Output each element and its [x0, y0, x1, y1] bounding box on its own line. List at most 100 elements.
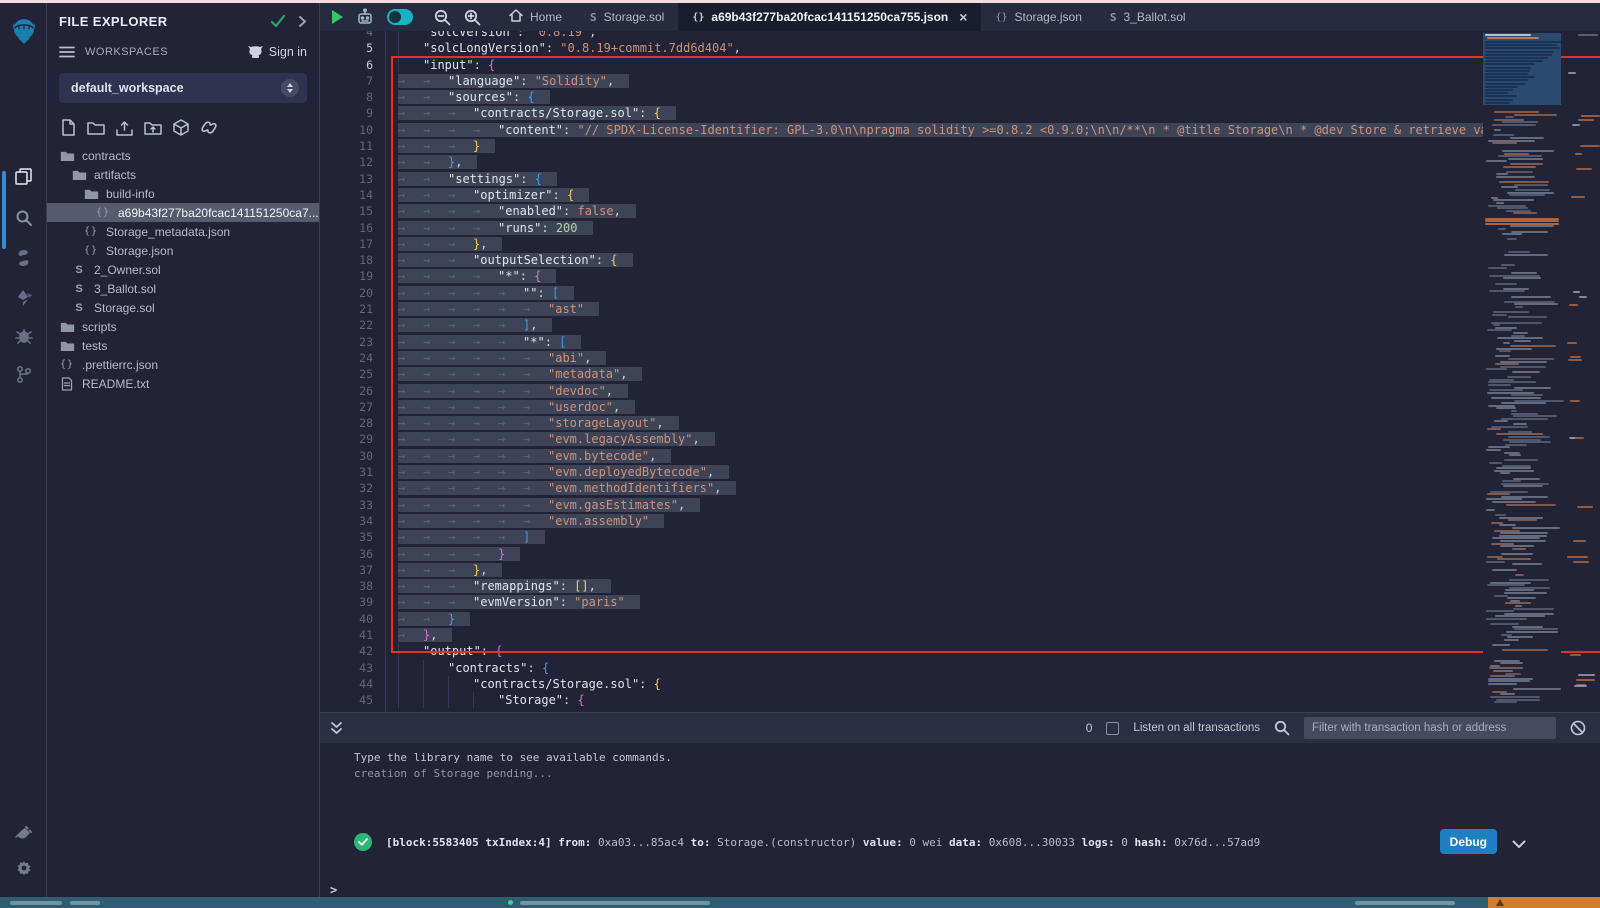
line-number[interactable]: 27	[320, 399, 373, 415]
code-line-16[interactable]: 16→→→→"runs": 200	[320, 220, 1600, 236]
terminal-search-icon[interactable]	[1274, 720, 1290, 736]
run-script-button[interactable]	[332, 10, 343, 24]
code-line-25[interactable]: 25→→→→→→"metadata",	[320, 366, 1600, 382]
code-line-32[interactable]: 32→→→→→→"evm.methodIdentifiers",	[320, 480, 1600, 496]
debug-button[interactable]: Debug	[1440, 829, 1497, 854]
code-line-38[interactable]: 38→→→"remappings": [],	[320, 578, 1600, 594]
line-number[interactable]: 39	[320, 594, 373, 610]
line-number[interactable]: 29	[320, 431, 373, 447]
code-line-17[interactable]: 17→→→},	[320, 236, 1600, 252]
code-line-9[interactable]: 9→→→"contracts/Storage.sol": {	[320, 105, 1600, 121]
line-number[interactable]: 36	[320, 546, 373, 562]
line-number[interactable]: 16	[320, 220, 373, 236]
line-number[interactable]: 11	[320, 138, 373, 154]
line-number[interactable]: 13	[320, 171, 373, 187]
code-line-13[interactable]: 13→→"settings": {	[320, 171, 1600, 187]
deploy-run-icon[interactable]	[0, 281, 47, 315]
tree-item-artifacts[interactable]: artifacts	[47, 165, 319, 184]
plugin-manager-icon[interactable]	[0, 817, 47, 851]
tree-item-contracts[interactable]: contracts	[47, 146, 319, 165]
code-line-29[interactable]: 29→→→→→→"evm.legacyAssembly",	[320, 431, 1600, 447]
code-line-26[interactable]: 26→→→→→→"devdoc",	[320, 383, 1600, 399]
hamburger-menu-icon[interactable]	[59, 46, 75, 58]
tree-item-storage-sol[interactable]: SStorage.sol	[47, 298, 319, 317]
tab-storage-json[interactable]: {}Storage.json	[981, 3, 1095, 31]
line-number[interactable]: 45	[320, 692, 373, 708]
code-line-37[interactable]: 37→→→},	[320, 562, 1600, 578]
code-editor[interactable]: 4 "solcVersion": "0.8.19",5 "solcLongVer…	[320, 31, 1600, 712]
new-file-icon[interactable]	[61, 119, 76, 136]
code-line-45[interactable]: 45 "Storage": {	[320, 692, 1600, 708]
code-line-10[interactable]: 10→→→→"content": "// SPDX-License-Identi…	[320, 122, 1600, 138]
code-line-6[interactable]: 6 "input": {	[320, 57, 1600, 73]
sign-in-button[interactable]: Sign in	[247, 45, 307, 59]
tree-item-2-owner-sol[interactable]: S2_Owner.sol	[47, 260, 319, 279]
remix-logo-icon[interactable]	[0, 9, 47, 53]
upload-file-icon[interactable]	[116, 120, 133, 136]
zoom-in-icon[interactable]	[464, 9, 481, 26]
code-line-39[interactable]: 39→→→"evmVersion": "paris"	[320, 594, 1600, 610]
link-icon[interactable]	[200, 120, 218, 135]
code-line-28[interactable]: 28→→→→→→"storageLayout",	[320, 415, 1600, 431]
terminal-prompt[interactable]: >	[330, 883, 337, 897]
new-folder-icon[interactable]	[87, 120, 105, 135]
code-line-19[interactable]: 19→→→→"*": {	[320, 268, 1600, 284]
block-icon[interactable]	[1570, 720, 1586, 736]
upload-folder-icon[interactable]	[144, 120, 162, 135]
code-line-14[interactable]: 14→→→"optimizer": {	[320, 187, 1600, 203]
code-line-7[interactable]: 7→→"language": "Solidity",	[320, 73, 1600, 89]
terminal-expand-icon[interactable]	[330, 721, 343, 736]
line-number[interactable]: 14	[320, 187, 373, 203]
code-line-12[interactable]: 12→→},	[320, 154, 1600, 170]
code-line-40[interactable]: 40→→}	[320, 611, 1600, 627]
line-number[interactable]: 32	[320, 480, 373, 496]
line-number[interactable]: 33	[320, 497, 373, 513]
line-number[interactable]: 30	[320, 448, 373, 464]
line-number[interactable]: 43	[320, 660, 373, 676]
code-line-35[interactable]: 35→→→→→]	[320, 529, 1600, 545]
theme-toggle-icon[interactable]	[387, 9, 413, 25]
code-line-5[interactable]: 5 "solcLongVersion": "0.8.19+commit.7dd6…	[320, 40, 1600, 56]
line-number[interactable]: 25	[320, 366, 373, 382]
code-line-36[interactable]: 36→→→→}	[320, 546, 1600, 562]
line-number[interactable]: 19	[320, 268, 373, 284]
code-line-4[interactable]: 4 "solcVersion": "0.8.19",	[320, 31, 1600, 40]
transaction-filter-input[interactable]	[1304, 717, 1556, 739]
code-line-23[interactable]: 23→→→→→"*": [	[320, 334, 1600, 350]
close-tab-icon[interactable]: ×	[959, 9, 967, 25]
code-line-42[interactable]: 42 "output": {	[320, 643, 1600, 659]
line-number[interactable]: 31	[320, 464, 373, 480]
zoom-out-icon[interactable]	[434, 9, 451, 26]
code-line-18[interactable]: 18→→→"outputSelection": {	[320, 252, 1600, 268]
code-line-44[interactable]: 44 "contracts/Storage.sol": {	[320, 676, 1600, 692]
tree-item-scripts[interactable]: scripts	[47, 317, 319, 336]
line-number[interactable]: 28	[320, 415, 373, 431]
terminal-output[interactable]: Type the library name to see available c…	[320, 743, 1600, 897]
line-number[interactable]: 42	[320, 643, 373, 659]
code-line-31[interactable]: 31→→→→→→"evm.deployedBytecode",	[320, 464, 1600, 480]
tree-item-a69b43f277ba20fcac141151250ca7-[interactable]: {}a69b43f277ba20fcac141151250ca7...	[47, 203, 319, 222]
editor-minimap[interactable]	[1483, 31, 1561, 709]
tab-3-ballot-sol[interactable]: S3_Ballot.sol	[1096, 3, 1200, 31]
chevron-right-icon[interactable]	[298, 15, 307, 28]
code-line-33[interactable]: 33→→→→→→"evm.gasEstimates",	[320, 497, 1600, 513]
line-number[interactable]: 9	[320, 105, 373, 121]
workspace-select[interactable]: default_workspace	[59, 73, 307, 103]
code-line-8[interactable]: 8→→"sources": {	[320, 89, 1600, 105]
line-number[interactable]: 17	[320, 236, 373, 252]
search-icon[interactable]	[0, 201, 47, 235]
line-number[interactable]: 18	[320, 252, 373, 268]
line-number[interactable]: 44	[320, 676, 373, 692]
code-line-30[interactable]: 30→→→→→→"evm.bytecode",	[320, 448, 1600, 464]
solidity-compiler-icon[interactable]	[0, 241, 47, 275]
line-number[interactable]: 40	[320, 611, 373, 627]
code-line-34[interactable]: 34→→→→→→"evm.assembly"	[320, 513, 1600, 529]
code-line-43[interactable]: 43 "contracts": {	[320, 660, 1600, 676]
statusbar-alert-segment[interactable]	[1488, 897, 1600, 908]
line-number[interactable]: 22	[320, 317, 373, 333]
overview-ruler[interactable]	[1564, 31, 1600, 709]
code-line-11[interactable]: 11→→→}	[320, 138, 1600, 154]
line-number[interactable]: 38	[320, 578, 373, 594]
code-line-24[interactable]: 24→→→→→→"abi",	[320, 350, 1600, 366]
tree-item-3-ballot-sol[interactable]: S3_Ballot.sol	[47, 279, 319, 298]
